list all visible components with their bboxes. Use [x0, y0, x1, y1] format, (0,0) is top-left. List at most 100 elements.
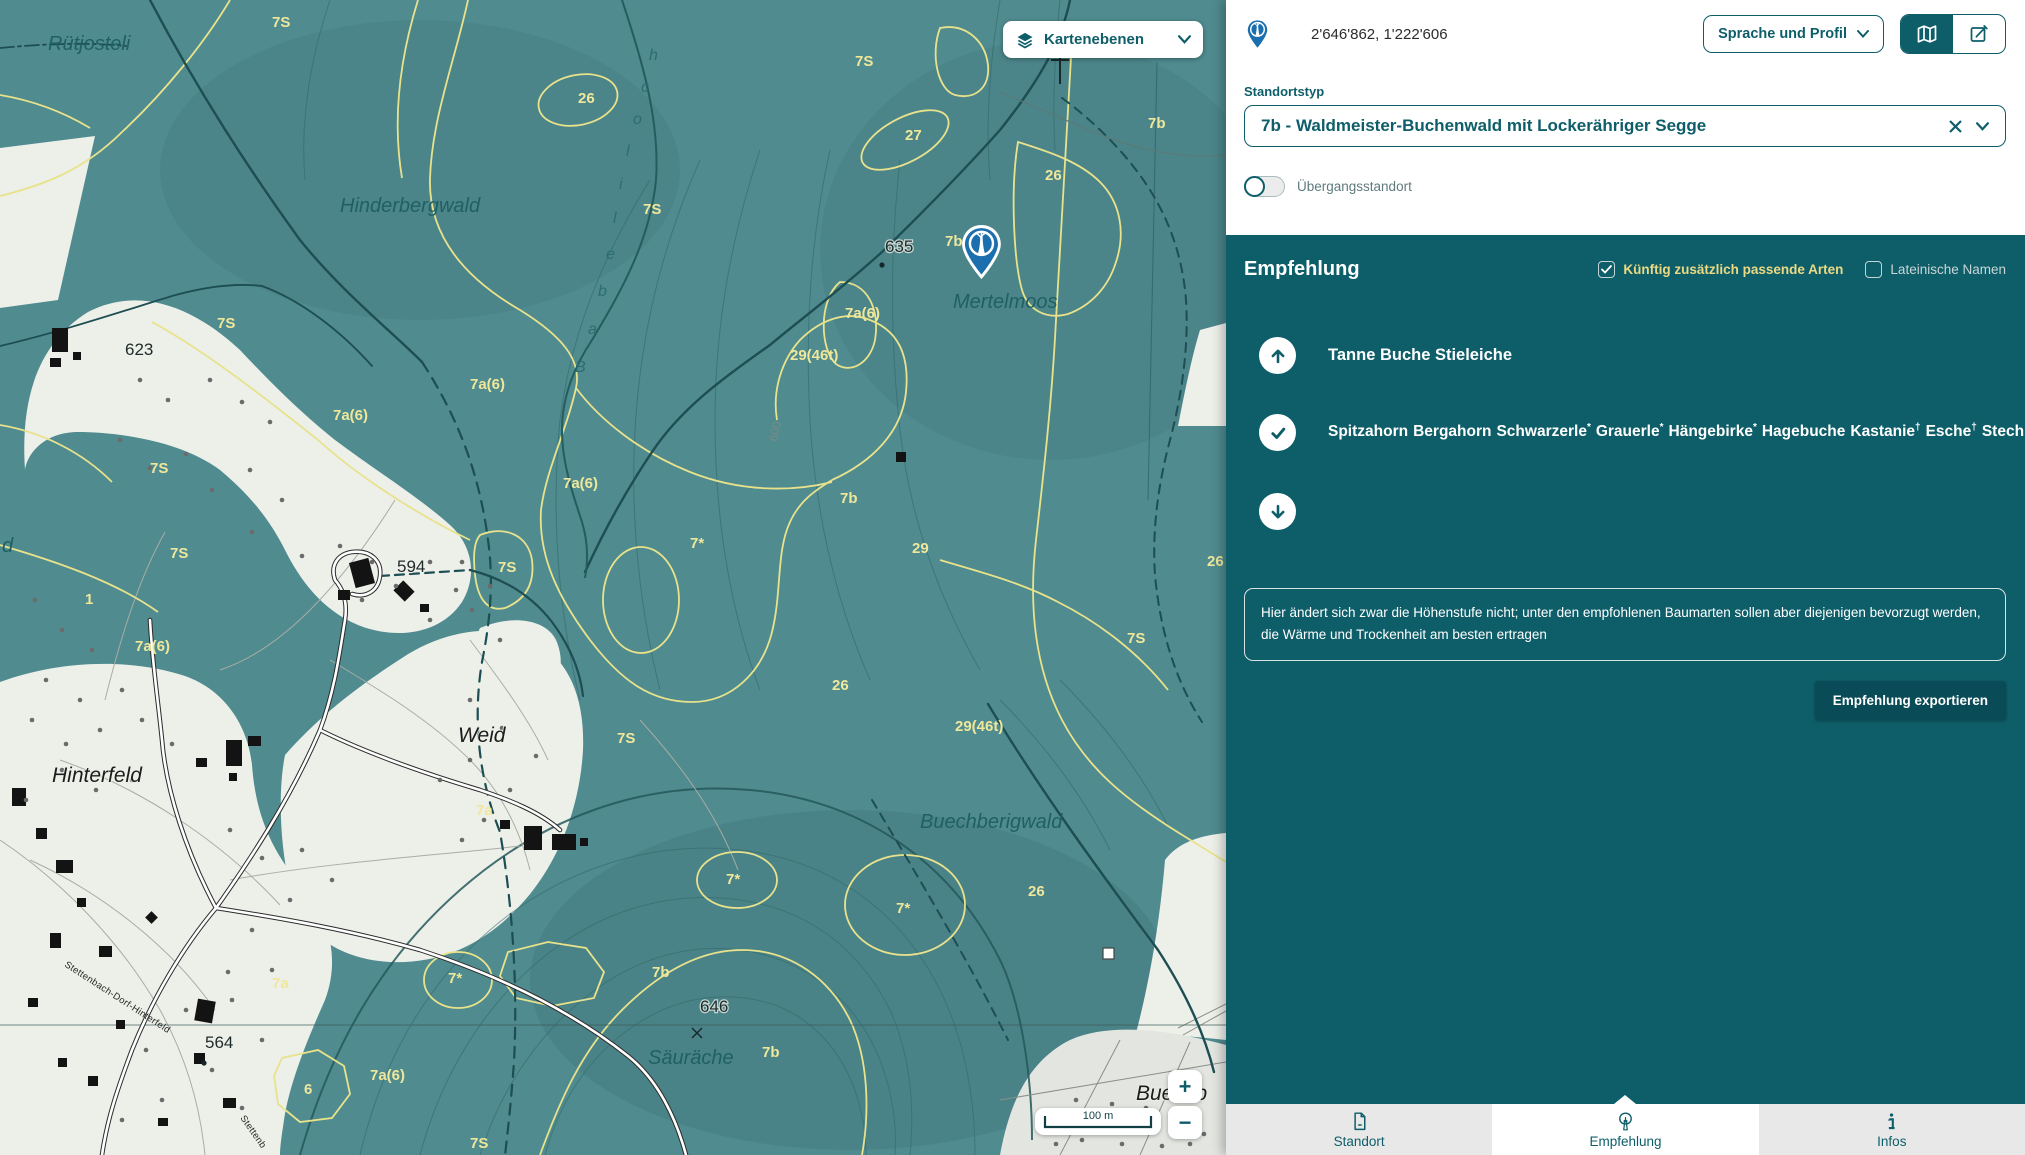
map-label: 26: [1028, 883, 1045, 900]
app-logo-pin-icon: [1244, 18, 1271, 51]
species-item: Hängebirke*: [1669, 423, 1757, 440]
map-label: i: [619, 176, 623, 193]
suitable-species-list: SpitzahornBergahornSchwarzerle*Grauerle*…: [1328, 420, 1993, 445]
layers-button[interactable]: Kartenebenen: [1003, 21, 1203, 58]
species-item: Grauerle*: [1596, 423, 1664, 440]
map-label: 6: [304, 1081, 312, 1098]
standortstyp-value: 7b - Waldmeister-Buchenwald mit Lockeräh…: [1261, 116, 1949, 136]
standortstyp-select[interactable]: 7b - Waldmeister-Buchenwald mit Lockeräh…: [1244, 105, 2006, 147]
map-label: 7a(6): [845, 305, 880, 322]
hoehenstufe-note: Hier ändert sich zwar die Höhenstufe nic…: [1244, 588, 2006, 661]
edit-icon: [1967, 22, 1991, 46]
checkbox-checked-icon: [1598, 261, 1615, 278]
tab-standort-label: Standort: [1334, 1134, 1385, 1149]
chevron-down-icon[interactable]: [1976, 122, 1989, 131]
map-label: 1: [85, 591, 93, 608]
map-label: Hinderbergwald: [340, 195, 481, 217]
uebergangsstandort-label: Übergangsstandort: [1297, 179, 1412, 194]
map-label: 7S: [217, 315, 235, 332]
map-canvas[interactable]: 7S267S27267S7b7b7S7a(6)7a(6)7a(6)29(46t)…: [0, 0, 1226, 1155]
map-label: c: [641, 79, 649, 96]
map-label: 7a: [272, 975, 289, 992]
layers-button-label: Kartenebenen: [1044, 31, 1169, 48]
chevron-down-icon: [1178, 35, 1191, 44]
uebergangsstandort-toggle[interactable]: [1244, 176, 1285, 197]
map-label: 7S: [150, 460, 168, 477]
latin-names-checkbox[interactable]: Lateinische Namen: [1865, 261, 2006, 278]
map-label: Hinterfeld: [52, 764, 143, 787]
latin-names-label: Lateinische Namen: [1890, 262, 2006, 277]
future-species-checkbox[interactable]: Künftig zusätzlich passende Arten: [1598, 261, 1843, 278]
tab-empfehlung[interactable]: Empfehlung: [1492, 1104, 1758, 1155]
map-label: 29: [912, 540, 929, 557]
map-label: 7S: [498, 559, 516, 576]
map-label: 7a(6): [370, 1067, 405, 1084]
arrow-up-icon: [1259, 337, 1296, 374]
map-label: 623: [125, 340, 153, 359]
map-label: Säuräche: [648, 1047, 734, 1069]
map-label: 7*: [726, 871, 740, 888]
zoom-in-button[interactable]: +: [1168, 1070, 1202, 1103]
topo-map[interactable]: 7S267S27267S7b7b7S7a(6)7a(6)7a(6)29(46t)…: [0, 0, 1226, 1155]
layers-icon: [1015, 30, 1035, 50]
suitable-species-row: SpitzahornBergahornSchwarzerle*Grauerle*…: [1259, 414, 2006, 451]
map-label: 26: [578, 90, 595, 107]
scale-bar: 100 m: [1035, 1108, 1161, 1135]
future-species-label: Künftig zusätzlich passende Arten: [1623, 262, 1843, 277]
species-item: Hagebuche: [1762, 423, 1846, 440]
species-item: Spitzahorn: [1328, 423, 1408, 440]
map-label: Weid: [458, 724, 507, 747]
map-label: 26: [1207, 553, 1224, 570]
map-label: 7*: [690, 535, 704, 552]
language-profile-label: Sprache und Profil: [1718, 26, 1847, 42]
map-label: 29(46t): [790, 347, 838, 364]
map-label: 7S: [170, 545, 188, 562]
export-button[interactable]: Empfehlung exportieren: [1815, 681, 2006, 720]
map-view-button[interactable]: [1901, 15, 1953, 53]
map-label: Rütjosteli: [48, 33, 131, 55]
map-label: o: [633, 111, 642, 128]
edit-view-button[interactable]: [1953, 15, 2005, 53]
empfehlung-panel: Empfehlung Künftig zusätzlich passende A…: [1226, 235, 2025, 1104]
map-label: l: [613, 210, 617, 227]
chevron-down-icon: [1857, 30, 1869, 38]
map-label: 26: [1045, 167, 1062, 184]
species-item: Esche†: [1926, 423, 1977, 440]
treeapp-window: 7S267S27267S7b7b7S7a(6)7a(6)7a(6)29(46t)…: [0, 0, 2025, 1155]
map-label: 7*: [448, 970, 462, 987]
tab-infos[interactable]: Infos: [1759, 1104, 2025, 1155]
view-mode-switch[interactable]: [1900, 14, 2006, 54]
map-label: 594: [397, 557, 425, 576]
zoom-out-button[interactable]: −: [1168, 1106, 1202, 1139]
map-label: a: [588, 321, 597, 338]
map-label: 635: [885, 237, 913, 256]
decrease-species-row: [1259, 493, 2006, 530]
arrow-down-icon: [1259, 493, 1296, 530]
map-label: 7a(6): [470, 376, 505, 393]
clear-icon[interactable]: [1949, 120, 1962, 133]
map-label: 7b: [652, 964, 670, 981]
language-profile-button[interactable]: Sprache und Profil: [1703, 15, 1884, 53]
map-label: 7b: [1148, 115, 1166, 132]
map-label: 26: [832, 677, 849, 694]
map-label: B: [575, 359, 586, 376]
map-label: d: [2, 535, 14, 557]
map-label: 7S: [470, 1135, 488, 1152]
map-label: 7S: [617, 730, 635, 747]
tab-standort[interactable]: Standort: [1226, 1104, 1492, 1155]
info-icon: [1881, 1111, 1902, 1132]
tab-infos-label: Infos: [1877, 1134, 1906, 1149]
map-label: 7*: [896, 900, 910, 917]
map-label: 7a(6): [563, 475, 598, 492]
species-item: Kastanie†: [1850, 423, 1920, 440]
map-label: Mertelmoos: [953, 291, 1057, 313]
species-item: Schwarzerle*: [1496, 423, 1590, 440]
map-label: b: [598, 283, 607, 300]
map-label: 29(46t): [955, 718, 1003, 735]
increase-species-row: Tanne Buche Stieleiche: [1259, 337, 2006, 374]
checkbox-unchecked-icon: [1865, 261, 1882, 278]
map-label: 7S: [855, 53, 873, 70]
panel-header: 2'646'862, 1'222'606 Sprache und Profil: [1226, 0, 2025, 235]
document-icon: [1349, 1111, 1370, 1132]
toggle-knob: [1244, 176, 1265, 197]
